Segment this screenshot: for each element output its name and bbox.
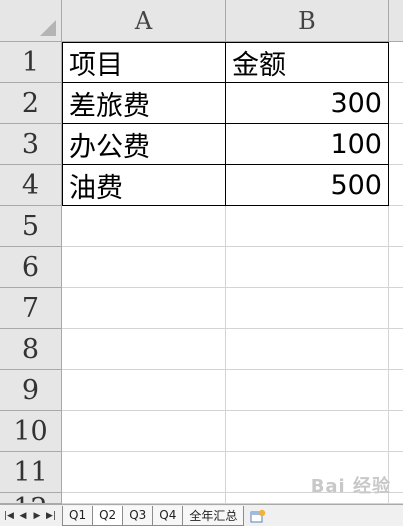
row-header-11[interactable]: 11 — [0, 452, 62, 493]
cell-c4[interactable] — [389, 165, 403, 206]
sheet-tab-bar: |◀ ◀ ▶ ▶| Q1 Q2 Q3 Q4 全年汇总 — [0, 504, 403, 526]
cell-c11[interactable] — [389, 452, 403, 493]
cell-c12[interactable] — [389, 493, 403, 504]
cell-b7[interactable] — [226, 288, 389, 329]
cell-c9[interactable] — [389, 370, 403, 411]
row-header-9[interactable]: 9 — [0, 370, 62, 411]
select-all-corner[interactable] — [0, 0, 62, 42]
cell-c3[interactable] — [389, 124, 403, 165]
cell-a7[interactable] — [62, 288, 226, 329]
sheet-nav-buttons: |◀ ◀ ▶ ▶| — [0, 508, 63, 524]
row-header-4[interactable]: 4 — [0, 165, 62, 206]
cell-b5[interactable] — [226, 206, 389, 247]
cell-c10[interactable] — [389, 411, 403, 452]
row-header-2[interactable]: 2 — [0, 83, 62, 124]
cell-a11[interactable] — [62, 452, 226, 493]
watermark-logo: Bai 经验 — [310, 476, 391, 497]
cell-a12[interactable] — [62, 493, 226, 504]
cell-a6[interactable] — [62, 247, 226, 288]
cell-b2[interactable]: 300 — [226, 83, 389, 124]
cell-c2[interactable] — [389, 83, 403, 124]
cell-c8[interactable] — [389, 329, 403, 370]
cell-a9[interactable] — [62, 370, 226, 411]
row-header-6[interactable]: 6 — [0, 247, 62, 288]
row-header-1[interactable]: 1 — [0, 42, 62, 83]
cell-c7[interactable] — [389, 288, 403, 329]
sheet-tab-q3[interactable]: Q3 — [122, 505, 154, 526]
first-sheet-icon[interactable]: |◀ — [3, 508, 15, 524]
cell-a5[interactable] — [62, 206, 226, 247]
row-header-3[interactable]: 3 — [0, 124, 62, 165]
cell-b8[interactable] — [226, 329, 389, 370]
row-header-5[interactable]: 5 — [0, 206, 62, 247]
cell-a2[interactable]: 差旅费 — [62, 83, 226, 124]
cell-a4[interactable]: 油费 — [62, 165, 226, 206]
row-header-7[interactable]: 7 — [0, 288, 62, 329]
cell-b3[interactable]: 100 — [226, 124, 389, 165]
cell-a1[interactable]: 项目 — [62, 42, 226, 83]
cell-a10[interactable] — [62, 411, 226, 452]
column-header-c[interactable] — [389, 0, 403, 42]
cell-c1[interactable] — [389, 42, 403, 83]
cell-a8[interactable] — [62, 329, 226, 370]
insert-sheet-icon[interactable] — [247, 507, 269, 525]
cell-b10[interactable] — [226, 411, 389, 452]
cell-c5[interactable] — [389, 206, 403, 247]
row-header-10[interactable]: 10 — [0, 411, 62, 452]
sheet-tab-q4[interactable]: Q4 — [152, 505, 184, 526]
next-sheet-icon[interactable]: ▶ — [31, 508, 43, 524]
last-sheet-icon[interactable]: ▶| — [45, 508, 57, 524]
sheet-tab-q2[interactable]: Q2 — [92, 505, 124, 526]
cell-b9[interactable] — [226, 370, 389, 411]
column-header-a[interactable]: A — [62, 0, 226, 42]
sheet-tab-q1[interactable]: Q1 — [62, 505, 94, 526]
prev-sheet-icon[interactable]: ◀ — [17, 508, 29, 524]
row-header-8[interactable]: 8 — [0, 329, 62, 370]
cell-a3[interactable]: 办公费 — [62, 124, 226, 165]
column-header-b[interactable]: B — [226, 0, 389, 42]
select-all-triangle-icon — [40, 20, 56, 36]
cell-c6[interactable] — [389, 247, 403, 288]
cell-b4[interactable]: 500 — [226, 165, 389, 206]
cell-b6[interactable] — [226, 247, 389, 288]
cell-b1[interactable]: 金额 — [226, 42, 389, 83]
row-header-12[interactable]: 12 — [0, 493, 62, 504]
sheet-tab-annual-summary[interactable]: 全年汇总 — [182, 505, 245, 526]
